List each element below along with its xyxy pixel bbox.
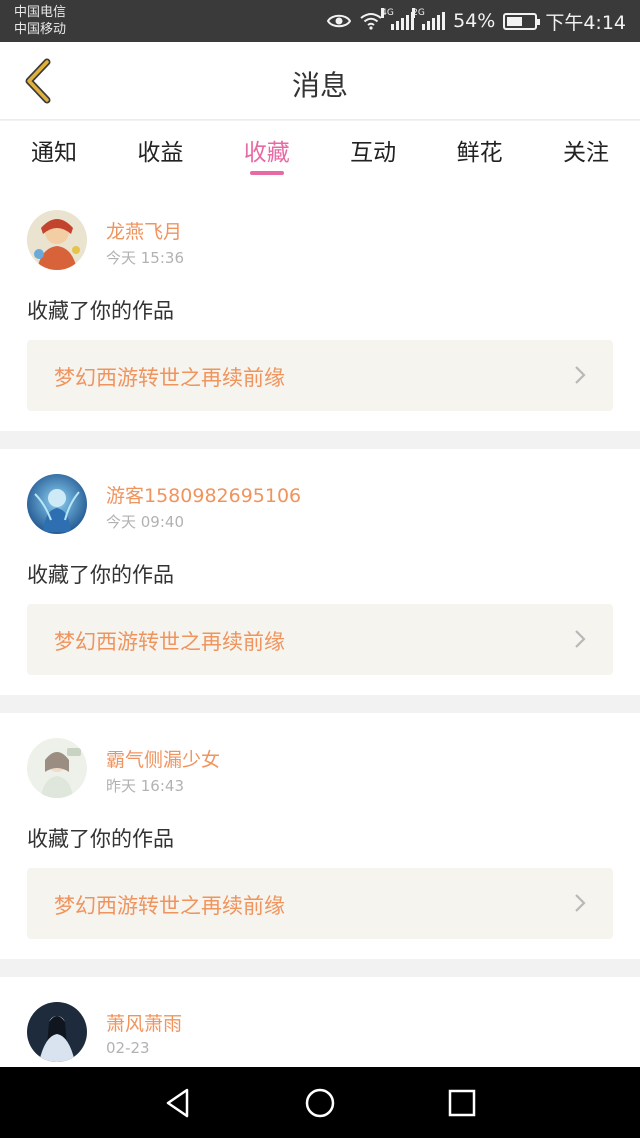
recents-square-icon [448, 1089, 476, 1117]
clock: 下午4:14 [545, 11, 626, 34]
carrier-1: 中国电信 [14, 5, 67, 20]
carrier-2: 中国移动 [14, 22, 67, 37]
battery-percent: 54% [453, 10, 496, 32]
user-name[interactable]: 萧风萧雨 [106, 1009, 182, 1036]
page-title: 消息 [291, 69, 348, 102]
status-icons: 4G 2G 54% 下午4:14 [327, 0, 626, 42]
message-action: 收藏了你的作品 [27, 563, 174, 587]
back-triangle-icon [166, 1088, 189, 1118]
tab-interactions[interactable]: 互动 [323, 121, 423, 185]
nav-home-button[interactable] [300, 1083, 340, 1123]
battery-icon [503, 12, 541, 30]
carrier-info: 中国电信 中国移动 [14, 4, 66, 38]
tab-bar: 通知 收益 收藏 互动 鲜花 关注 [0, 121, 640, 185]
network-type-2: 2G [412, 8, 425, 18]
message-action: 收藏了你的作品 [27, 827, 174, 851]
work-title: 梦幻西游转世之再续前缘 [54, 894, 285, 918]
tab-earnings[interactable]: 收益 [110, 121, 210, 185]
work-link[interactable]: 梦幻西游转世之再续前缘 [27, 868, 613, 939]
avatar[interactable] [27, 738, 87, 798]
app-header: 消息 [0, 42, 640, 120]
user-name[interactable]: 游客1580982695106 [106, 481, 301, 508]
tab-favorites[interactable]: 收藏 [217, 121, 317, 185]
message-time: 昨天 16:43 [106, 777, 184, 795]
work-title: 梦幻西游转世之再续前缘 [54, 366, 285, 390]
nav-recents-button[interactable] [442, 1083, 482, 1123]
avatar[interactable] [27, 1002, 87, 1062]
message-action: 收藏了你的作品 [27, 299, 174, 323]
avatar[interactable] [27, 210, 87, 270]
signal-icon: 2G [412, 8, 446, 30]
home-circle-icon [305, 1088, 335, 1118]
status-bar: 中国电信 中国移动 4G 2G 54% 下午4:14 [0, 0, 640, 42]
chevron-right-icon [575, 630, 586, 648]
tab-notifications[interactable]: 通知 [4, 121, 104, 185]
eye-icon [327, 13, 352, 29]
tab-flowers[interactable]: 鲜花 [430, 121, 530, 185]
message-time: 今天 09:40 [106, 513, 184, 531]
list-item: 龙燕飞月 今天 15:36 收藏了你的作品 梦幻西游转世之再续前缘 [0, 185, 640, 431]
avatar[interactable] [27, 474, 87, 534]
message-time: 今天 15:36 [106, 249, 184, 267]
user-name[interactable]: 霸气侧漏少女 [106, 745, 220, 772]
work-title: 梦幻西游转世之再续前缘 [54, 630, 285, 654]
wifi-icon [359, 12, 383, 30]
list-item: 霸气侧漏少女 昨天 16:43 收藏了你的作品 梦幻西游转世之再续前缘 [0, 713, 640, 959]
tab-following[interactable]: 关注 [536, 121, 636, 185]
nav-back-button[interactable] [158, 1083, 198, 1123]
signal-icon: 4G [381, 8, 415, 30]
work-link[interactable]: 梦幻西游转世之再续前缘 [27, 604, 613, 675]
user-name[interactable]: 龙燕飞月 [106, 217, 182, 244]
chevron-right-icon [575, 366, 586, 384]
system-nav-bar [0, 1067, 640, 1138]
network-type-1: 4G [381, 8, 394, 18]
message-list: 龙燕飞月 今天 15:36 收藏了你的作品 梦幻西游转世之再续前缘 游客1580… [0, 185, 640, 1097]
message-time: 02-23 [106, 1039, 150, 1057]
work-link[interactable]: 梦幻西游转世之再续前缘 [27, 340, 613, 411]
list-item: 游客1580982695106 今天 09:40 收藏了你的作品 梦幻西游转世之… [0, 449, 640, 695]
chevron-right-icon [575, 894, 586, 912]
